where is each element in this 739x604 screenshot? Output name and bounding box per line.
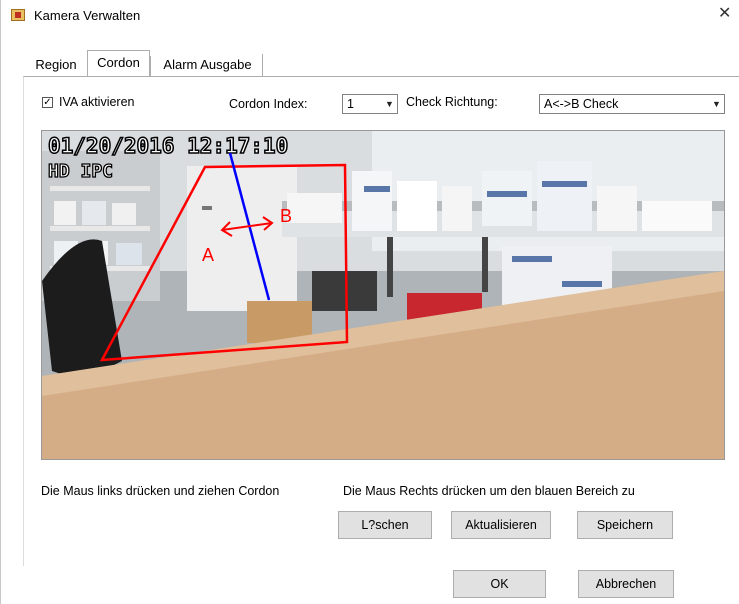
iva-checkbox-label: IVA aktivieren xyxy=(59,95,135,109)
osd-timestamp: 01/20/2016 12:17:10 xyxy=(48,134,288,158)
dialog-window: Kamera Verwalten ✕ Region Cordon Alarm A… xyxy=(0,0,739,604)
window-title: Kamera Verwalten xyxy=(34,8,141,23)
cordon-label-b: B xyxy=(280,206,292,226)
hint-right: Die Maus Rechts drücken um den blauen Be… xyxy=(343,484,635,498)
check-direction-label: Check Richtung: xyxy=(406,95,498,109)
app-icon xyxy=(11,9,25,21)
ok-button[interactable]: OK xyxy=(453,570,546,598)
refresh-button[interactable]: Aktualisieren xyxy=(451,511,551,539)
close-icon[interactable]: ✕ xyxy=(718,6,731,22)
chevron-down-icon: ▼ xyxy=(381,95,397,113)
title-bar: Kamera Verwalten ✕ xyxy=(1,0,739,30)
osd-overlay-text: HD IPC xyxy=(48,161,113,182)
iva-checkbox[interactable]: ✓ xyxy=(42,97,53,108)
cordon-index-value: 1 xyxy=(347,97,354,111)
tab-cordon[interactable]: Cordon xyxy=(87,50,150,77)
delete-button[interactable]: L?schen xyxy=(338,511,432,539)
cancel-button[interactable]: Abbrechen xyxy=(578,570,674,598)
tab-divider xyxy=(150,56,151,76)
check-direction-select[interactable]: A<->B Check ▼ xyxy=(539,94,725,114)
chevron-down-icon: ▼ xyxy=(708,95,724,113)
camera-view[interactable]: 01/20/2016 12:17:10 HD IPC A B xyxy=(41,130,725,460)
cordon-label-a: A xyxy=(202,245,214,265)
cordon-index-label: Cordon Index: xyxy=(229,97,308,111)
camera-image: 01/20/2016 12:17:10 HD IPC A B xyxy=(42,131,724,459)
hint-left: Die Maus links drücken und ziehen Cordon xyxy=(41,484,280,498)
tab-alarm-ausgabe[interactable]: Alarm Ausgabe xyxy=(153,54,263,76)
cordon-index-select[interactable]: 1 ▼ xyxy=(342,94,398,114)
save-button[interactable]: Speichern xyxy=(577,511,673,539)
check-direction-value: A<->B Check xyxy=(544,97,619,111)
tab-region[interactable]: Region xyxy=(28,54,84,76)
